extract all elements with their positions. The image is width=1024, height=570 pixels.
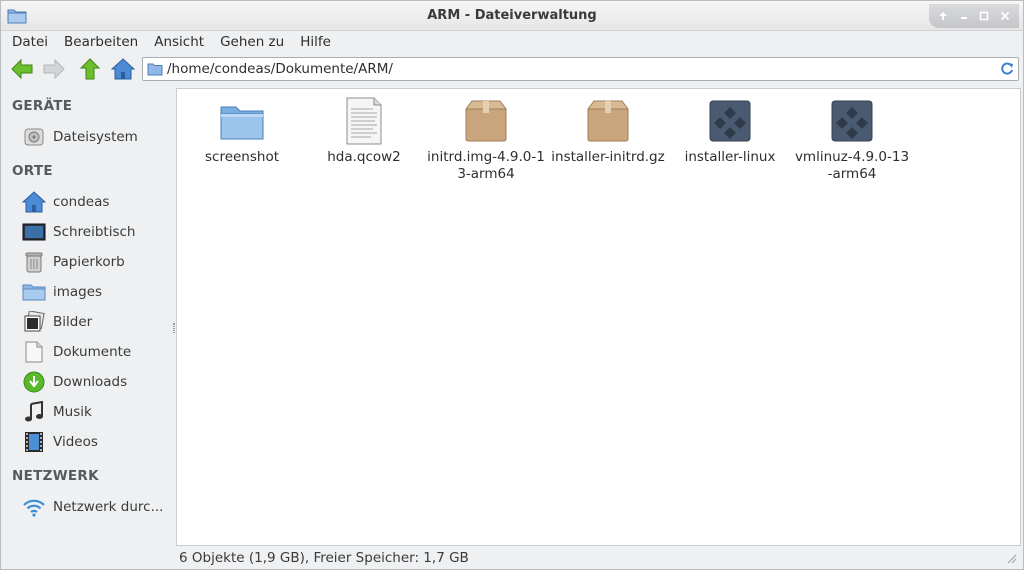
arrow-up-icon xyxy=(79,58,101,80)
window-controls xyxy=(929,4,1019,28)
sidebar-item-condeas[interactable]: condeas xyxy=(4,188,172,216)
sidebar-item-label: Videos xyxy=(53,434,98,450)
forward-button[interactable] xyxy=(41,56,67,82)
sidebar-item-label: condeas xyxy=(53,194,110,210)
download-icon xyxy=(22,371,46,393)
sidebar-item-label: Dokumente xyxy=(53,344,132,360)
sidebar-item-schreibtisch[interactable]: Schreibtisch xyxy=(4,218,172,246)
sidebar-item-network[interactable]: Netzwerk durc... xyxy=(4,493,172,521)
arrow-left-icon xyxy=(11,58,33,80)
package-icon xyxy=(587,100,629,142)
sidebar-item-musik[interactable]: Musik xyxy=(4,398,172,426)
minimize-icon xyxy=(960,17,967,19)
sidebar-item-papierkorb[interactable]: Papierkorb xyxy=(4,248,172,276)
file-view[interactable]: screenshot hda.qcow2 initrd.img-4.9.0-13… xyxy=(176,88,1021,546)
menu-datei[interactable]: Datei xyxy=(4,32,56,52)
executable-icon xyxy=(709,100,751,142)
sidebar-header-places: ORTE xyxy=(12,163,53,179)
file-item-screenshot[interactable]: screenshot xyxy=(183,97,301,166)
text-file-icon xyxy=(346,97,382,145)
sidebar-item-downloads[interactable]: Downloads xyxy=(4,368,172,396)
location-path[interactable]: /home/condeas/Dokumente/ARM/ xyxy=(167,61,393,77)
music-icon xyxy=(22,401,46,423)
sidebar-item-label: Schreibtisch xyxy=(53,224,136,240)
executable-icon xyxy=(831,100,873,142)
menu-bearbeiten[interactable]: Bearbeiten xyxy=(56,32,146,52)
home-button[interactable] xyxy=(110,56,136,82)
file-item-vmlinuz[interactable]: vmlinuz-4.9.0-13-arm64 xyxy=(793,97,911,183)
folder-icon xyxy=(147,63,163,76)
sidebar-item-label: Bilder xyxy=(53,314,93,330)
sidebar-item-label: images xyxy=(53,284,103,300)
folder-icon xyxy=(22,281,46,303)
sidebar-item-label: Musik xyxy=(53,404,92,420)
status-bar: 6 Objekte (1,9 GB), Freier Speicher: 1,7… xyxy=(1,546,1023,569)
wifi-icon xyxy=(22,496,46,518)
menu-hilfe[interactable]: Hilfe xyxy=(292,32,339,52)
desktop-icon xyxy=(22,221,46,243)
minimize-button[interactable] xyxy=(956,8,972,24)
trash-icon xyxy=(22,251,46,273)
window-title: ARM - Dateiverwaltung xyxy=(427,8,597,23)
up-button[interactable] xyxy=(77,56,103,82)
menu-ansicht[interactable]: Ansicht xyxy=(146,32,212,52)
file-name: installer-initrd.gz xyxy=(551,149,665,165)
status-text: 6 Objekte (1,9 GB), Freier Speicher: 1,7… xyxy=(179,550,469,566)
file-name: screenshot xyxy=(204,149,280,165)
location-bar[interactable]: /home/condeas/Dokumente/ARM/ xyxy=(142,57,1019,81)
sidebar-item-dateisystem[interactable]: Dateisystem xyxy=(4,123,172,151)
back-button[interactable] xyxy=(9,56,35,82)
maximize-icon xyxy=(980,11,989,21)
file-name: installer-linux xyxy=(684,149,776,165)
menu-bar: Datei Bearbeiten Ansicht Gehen zu Hilfe xyxy=(1,31,1023,53)
drive-icon xyxy=(22,126,46,148)
file-item-installer-linux[interactable]: installer-linux xyxy=(671,97,789,166)
raise-button[interactable] xyxy=(935,8,951,24)
close-button[interactable] xyxy=(997,8,1013,24)
arrow-up-icon xyxy=(939,12,948,20)
file-manager-window: ARM - Dateiverwaltung Datei Bearbeiten A… xyxy=(0,0,1024,570)
sidebar: GERÄTE Dateisystem ORTE condeas Schreibt… xyxy=(4,88,172,568)
file-name: vmlinuz-4.9.0-13-arm64 xyxy=(794,149,910,182)
title-bar[interactable]: ARM - Dateiverwaltung xyxy=(1,1,1023,31)
sidebar-item-dokumente[interactable]: Dokumente xyxy=(4,338,172,366)
sidebar-item-bilder[interactable]: Bilder xyxy=(4,308,172,336)
menu-gehen-zu[interactable]: Gehen zu xyxy=(212,32,292,52)
sidebar-header-devices: GERÄTE xyxy=(12,98,73,114)
file-item-hda-qcow2[interactable]: hda.qcow2 xyxy=(305,97,423,166)
package-icon xyxy=(465,100,507,142)
sidebar-item-images[interactable]: images xyxy=(4,278,172,306)
home-icon xyxy=(22,191,46,213)
file-name: initrd.img-4.9.0-13-arm64 xyxy=(427,149,545,182)
sidebar-item-label: Dateisystem xyxy=(53,129,138,145)
sidebar-item-videos[interactable]: Videos xyxy=(4,428,172,456)
sidebar-item-label: Downloads xyxy=(53,374,128,390)
pictures-icon xyxy=(22,311,46,333)
folder-icon xyxy=(220,106,264,140)
file-item-installer-initrd-gz[interactable]: installer-initrd.gz xyxy=(549,97,667,166)
home-icon xyxy=(111,58,135,80)
resize-grip-icon[interactable] xyxy=(1007,554,1017,564)
toolbar: /home/condeas/Dokumente/ARM/ xyxy=(1,54,1023,84)
sidebar-item-label: Netzwerk durc... xyxy=(53,499,164,515)
video-icon xyxy=(22,431,46,453)
document-icon xyxy=(22,341,46,363)
sidebar-header-network: NETZWERK xyxy=(12,468,99,484)
sidebar-item-label: Papierkorb xyxy=(53,254,125,270)
maximize-button[interactable] xyxy=(976,8,992,24)
reload-icon[interactable] xyxy=(999,61,1015,77)
arrow-right-icon xyxy=(43,58,65,80)
file-name: hda.qcow2 xyxy=(327,149,401,165)
splitter-grip xyxy=(173,323,175,333)
file-item-initrd-img[interactable]: initrd.img-4.9.0-13-arm64 xyxy=(427,97,545,183)
close-icon xyxy=(1000,11,1009,21)
